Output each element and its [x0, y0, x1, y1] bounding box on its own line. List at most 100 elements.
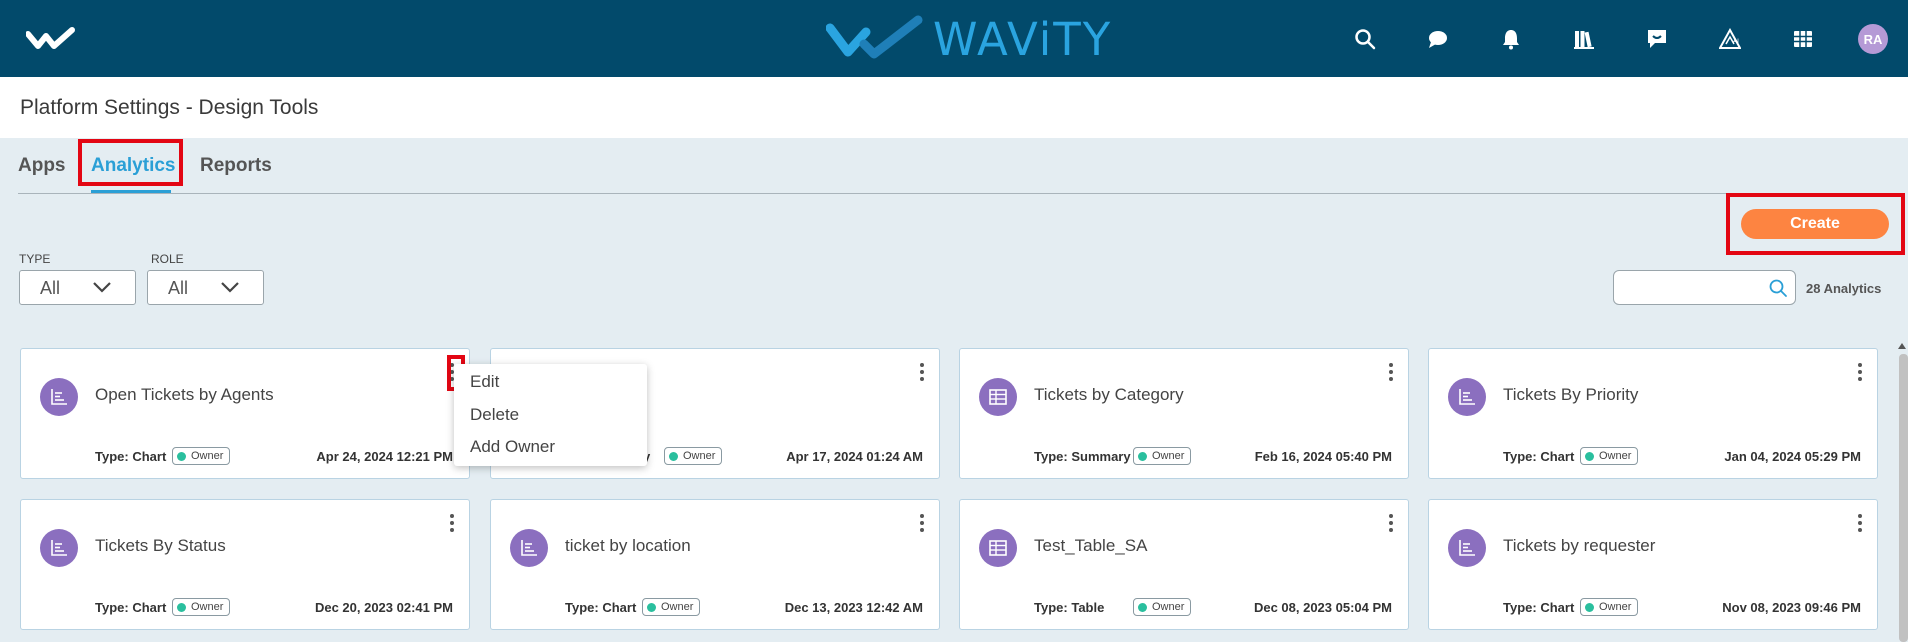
card-context-menu: Edit Delete Add Owner	[454, 364, 647, 466]
svg-text:AI: AI	[1733, 38, 1739, 45]
chart-icon	[1448, 378, 1486, 416]
type-filter-label: TYPE	[19, 252, 51, 266]
create-button[interactable]: Create	[1741, 209, 1889, 239]
ai-icon[interactable]: AI	[1715, 24, 1745, 54]
status-dot	[1138, 602, 1147, 612]
owner-badge-label: Owner	[191, 450, 224, 462]
title-bar: Platform Settings - Design Tools	[0, 77, 1908, 138]
owner-badge: Owner	[642, 598, 701, 616]
grid-icon[interactable]	[1788, 24, 1818, 54]
type-filter-select[interactable]: All	[19, 270, 136, 305]
analytics-card[interactable]: Tickets By Status Type: Chart Owner Dec …	[20, 499, 470, 630]
search-input[interactable]	[1622, 277, 1762, 299]
chart-icon	[510, 529, 548, 567]
card-type: Type: Chart	[95, 600, 166, 615]
card-date: Feb 16, 2024 05:40 PM	[1254, 449, 1392, 464]
bell-icon[interactable]	[1496, 24, 1526, 54]
type-filter-value: All	[40, 278, 61, 298]
card-title: Tickets By Status	[95, 536, 226, 555]
user-avatar[interactable]: RA	[1858, 24, 1888, 54]
analytics-card[interactable]: Tickets by Category Type: Summary Owner …	[959, 348, 1409, 479]
menu-item-delete[interactable]: Delete	[470, 405, 519, 425]
menu-item-add-owner[interactable]: Add Owner	[470, 437, 555, 457]
tab-apps[interactable]: Apps	[18, 155, 66, 177]
card-title: Open Tickets by Agents	[95, 385, 274, 404]
card-title: Tickets by Category	[1034, 385, 1184, 404]
owner-badge: Owner	[1133, 598, 1192, 616]
card-type-label: Type:	[1034, 600, 1068, 615]
analytics-card[interactable]: Tickets By Priority Type: Chart Owner Ja…	[1428, 348, 1878, 479]
role-filter-select[interactable]: All	[147, 270, 264, 305]
card-date: Apr 17, 2024 01:24 AM	[786, 449, 923, 464]
owner-badge-label: Owner	[683, 450, 716, 462]
owner-badge-label: Owner	[1599, 450, 1632, 462]
more-options-icon[interactable]	[1853, 361, 1867, 383]
top-navbar: WAViTY AI RA	[0, 0, 1908, 77]
card-date: Apr 24, 2024 12:21 PM	[316, 449, 453, 464]
analytics-card[interactable]: Test_Table_SA Type: Table Owner Dec 08, …	[959, 499, 1409, 630]
card-type-value: Table	[1071, 600, 1105, 615]
owner-badge: Owner	[664, 447, 723, 465]
more-options-icon[interactable]	[915, 361, 929, 383]
card-type-value: Chart	[1540, 449, 1575, 464]
active-tab-indicator	[91, 190, 171, 193]
card-type: Type: Table	[1034, 600, 1104, 615]
card-type: Type: Chart	[1503, 600, 1574, 615]
card-date: Dec 20, 2023 02:41 PM	[314, 600, 453, 615]
more-options-icon[interactable]	[915, 512, 929, 534]
more-options-icon[interactable]	[1384, 361, 1398, 383]
owner-badge: Owner	[172, 598, 231, 616]
chat-icon[interactable]	[1423, 24, 1453, 54]
owner-badge-label: Owner	[661, 601, 694, 613]
card-type-label: Type:	[565, 600, 599, 615]
card-type-label: Type:	[1034, 449, 1068, 464]
analytics-card[interactable]: ticket by location Type: Chart Owner Dec…	[490, 499, 940, 630]
chevron-down-icon	[93, 282, 111, 293]
card-type-value: Summary	[1071, 449, 1131, 464]
scroll-up-arrow-icon[interactable]	[1898, 343, 1906, 349]
card-date: Jan 04, 2024 05:29 PM	[1724, 449, 1861, 464]
table-icon	[979, 529, 1017, 567]
analytics-card[interactable]: Open Tickets by Agents Type: Chart Owner…	[20, 348, 470, 479]
card-type: Type: Chart	[1503, 449, 1574, 464]
status-dot	[669, 451, 678, 461]
status-dot	[1585, 451, 1594, 461]
more-options-icon[interactable]	[1853, 512, 1867, 534]
search-icon[interactable]	[1768, 278, 1788, 298]
owner-badge-label: Owner	[1599, 601, 1632, 613]
chart-icon	[1448, 529, 1486, 567]
analytics-card[interactable]: Tickets by requester Type: Chart Owner N…	[1428, 499, 1878, 630]
status-dot	[177, 602, 186, 612]
card-date: Dec 08, 2023 05:04 PM	[1253, 600, 1392, 615]
brand-logo: WAViTY	[826, 13, 1112, 66]
card-title: Tickets by requester	[1503, 536, 1656, 555]
feedback-icon[interactable]	[1642, 24, 1672, 54]
owner-badge: Owner	[1580, 447, 1639, 465]
table-icon	[979, 378, 1017, 416]
library-icon[interactable]	[1569, 24, 1599, 54]
scrollbar-thumb[interactable]	[1899, 354, 1908, 642]
home-logo-icon[interactable]	[26, 26, 76, 52]
card-type-value: Chart	[132, 600, 167, 615]
card-type-label: Type:	[95, 449, 129, 464]
search-box	[1613, 270, 1796, 305]
menu-item-edit[interactable]: Edit	[470, 372, 499, 392]
chart-icon	[40, 378, 78, 416]
card-type-value: Chart	[132, 449, 167, 464]
chevron-down-icon	[221, 282, 239, 293]
analytics-count: 28 Analytics	[1806, 281, 1882, 296]
more-options-icon[interactable]	[445, 512, 459, 534]
card-title: Tickets By Priority	[1503, 385, 1639, 404]
card-title: ticket by location	[565, 536, 691, 555]
chart-icon	[40, 529, 78, 567]
status-dot	[1585, 602, 1594, 612]
search-icon[interactable]	[1350, 24, 1380, 54]
more-options-icon[interactable]	[1384, 512, 1398, 534]
owner-badge: Owner	[172, 447, 231, 465]
tab-reports[interactable]: Reports	[200, 155, 272, 177]
tab-analytics[interactable]: Analytics	[91, 155, 175, 177]
owner-badge: Owner	[1580, 598, 1639, 616]
status-dot	[647, 602, 656, 612]
card-type: Type: Chart	[565, 600, 636, 615]
card-type-label: Type:	[1503, 449, 1537, 464]
